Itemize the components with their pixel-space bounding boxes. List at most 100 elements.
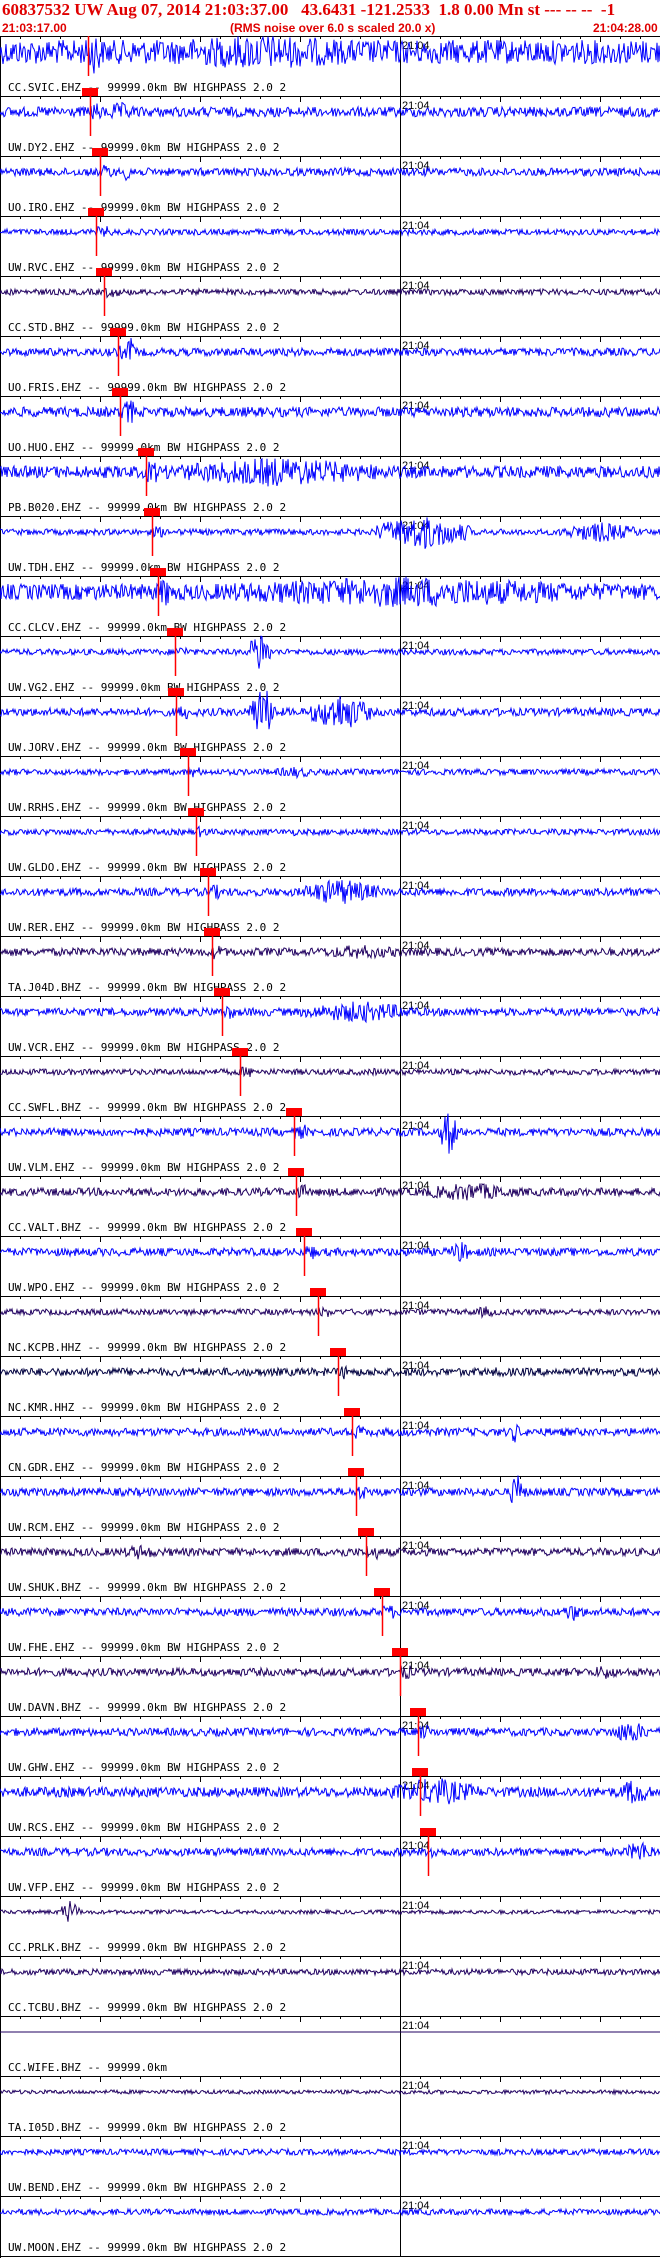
pick-marker xyxy=(296,1228,312,1236)
pick-marker xyxy=(204,928,220,936)
pick-marker xyxy=(310,1288,326,1296)
station-label: UW.RCS.EHZ -- 99999.0km BW HIGHPASS 2.0 … xyxy=(8,1821,280,1834)
waveform-trace xyxy=(0,576,660,608)
waveform-trace xyxy=(0,1665,660,1680)
pick-marker xyxy=(330,1348,346,1356)
pick-marker xyxy=(392,1648,408,1656)
station-label: CC.VALT.BHZ -- 99999.0km BW HIGHPASS 2.0… xyxy=(8,1221,286,1234)
station-label: UW.BEND.EHZ -- 99999.0km BW HIGHPASS 2.0… xyxy=(8,2181,286,2194)
waveform-trace xyxy=(0,1778,660,1805)
waveform-trace xyxy=(0,1113,660,1154)
waveform-trace xyxy=(0,287,660,299)
station-label: UO.IRO.EHZ -- 99999.0km BW HIGHPASS 2.0 … xyxy=(8,201,280,214)
pick-marker xyxy=(110,328,126,336)
pick-marker xyxy=(348,1468,364,1476)
station-label: CC.SVIC.EHZ -- 99999.0km BW HIGHPASS 2.0… xyxy=(8,81,286,94)
waveform-trace xyxy=(0,1305,660,1319)
waveform-trace xyxy=(0,879,660,904)
pick-marker xyxy=(144,508,160,516)
waveform-trace xyxy=(0,945,660,960)
pick-marker xyxy=(374,1588,390,1596)
pick-marker xyxy=(150,568,166,576)
station-label: UW.VLM.EHZ -- 99999.0km BW HIGHPASS 2.0 … xyxy=(8,1161,280,1174)
seismogram-plot: 21:04 CC.SVIC.EHZ -- 99999.0km BW HIGHPAS… xyxy=(0,36,660,2258)
station-label: UW.RCM.EHZ -- 99999.0km BW HIGHPASS 2.0 … xyxy=(8,1521,280,1534)
station-label: UW.DAVN.BHZ -- 99999.0km BW HIGHPASS 2.0… xyxy=(8,1701,286,1714)
minute-marker-label: 21:04 xyxy=(402,2140,430,2152)
minute-marker-label: 21:04 xyxy=(402,2020,430,2032)
station-label: UW.GLDO.EHZ -- 99999.0km BW HIGHPASS 2.0… xyxy=(8,861,286,874)
station-label: UW.RRHS.EHZ -- 99999.0km BW HIGHPASS 2.0… xyxy=(8,801,286,814)
waveform-trace xyxy=(0,517,660,549)
waveform-trace xyxy=(0,2088,660,2096)
pick-marker xyxy=(286,1108,302,1116)
waveform-trace xyxy=(0,400,660,423)
waveform-trace xyxy=(0,1544,660,1561)
pick-marker xyxy=(96,268,112,276)
waveform-trace xyxy=(0,1242,660,1263)
station-label: UW.TDH.EHZ -- 99999.0km BW HIGHPASS 2.0 … xyxy=(8,561,280,574)
waveform-trace xyxy=(0,1364,660,1380)
waveform-trace xyxy=(0,635,660,669)
waveform-trace xyxy=(0,2207,660,2217)
waveform-trace xyxy=(0,2147,660,2157)
waveform-trace xyxy=(0,36,660,74)
station-label: UW.VG2.EHZ -- 99999.0km BW HIGHPASS 2.0 … xyxy=(8,681,280,694)
pick-marker xyxy=(232,1048,248,1056)
pick-marker xyxy=(288,1168,304,1176)
waveform-trace xyxy=(0,1605,660,1621)
pick-marker xyxy=(112,388,128,396)
waveform-trace xyxy=(0,1900,660,1922)
station-label: UW.FHE.EHZ -- 99999.0km BW HIGHPASS 2.0 … xyxy=(8,1641,280,1654)
waveform-trace xyxy=(0,1475,660,1504)
station-label: UW.GHW.EHZ -- 99999.0km BW HIGHPASS 2.0 … xyxy=(8,1761,280,1774)
pick-marker xyxy=(82,88,98,96)
station-label: UW.JORV.EHZ -- 99999.0km BW HIGHPASS 2.0… xyxy=(8,741,286,754)
station-label: UW.MOON.EHZ -- 99999.0km BW HIGHPASS 2.0… xyxy=(8,2241,286,2254)
plot-header: 60837532 UW Aug 07, 2014 21:03:37.00 43.… xyxy=(0,0,660,36)
pick-marker xyxy=(138,448,154,456)
pick-marker xyxy=(88,208,104,216)
waveform-trace xyxy=(0,337,660,360)
station-label: UW.SHUK.BHZ -- 99999.0km BW HIGHPASS 2.0… xyxy=(8,1581,286,1594)
pick-marker xyxy=(420,1828,436,1836)
pick-marker xyxy=(167,628,183,636)
station-label: TA.I05D.BHZ -- 99999.0km BW HIGHPASS 2.0… xyxy=(8,2121,286,2134)
waveform-trace xyxy=(0,1723,660,1741)
station-label: CC.CLCV.EHZ -- 99999.0km BW HIGHPASS 2.0… xyxy=(8,621,286,634)
waveform-trace xyxy=(0,1001,660,1024)
waveform-trace xyxy=(0,1841,660,1860)
station-label: UO.FRIS.EHZ -- 99999.0km BW HIGHPASS 2.0… xyxy=(8,381,286,394)
station-label: CC.SWFL.BHZ -- 99999.0km BW HIGHPASS 2.0… xyxy=(8,1101,286,1114)
start-time-label: 21:03:17.00 xyxy=(2,21,67,35)
station-label: NC.KMR.HHZ -- 99999.0km BW HIGHPASS 2.0 … xyxy=(8,1401,280,1414)
pick-marker xyxy=(188,808,204,816)
pick-marker xyxy=(412,1768,428,1776)
pick-marker xyxy=(168,688,184,696)
end-time-label: 21:04:28.00 xyxy=(593,21,658,35)
waveform-trace xyxy=(0,1066,660,1078)
pick-marker xyxy=(92,148,108,156)
station-label: CC.STD.BHZ -- 99999.0km BW HIGHPASS 2.0 … xyxy=(8,321,280,334)
waveform-trace xyxy=(0,457,660,487)
event-title: 60837532 UW Aug 07, 2014 21:03:37.00 43.… xyxy=(2,0,616,19)
station-label: UW.WPO.EHZ -- 99999.0km BW HIGHPASS 2.0 … xyxy=(8,1281,280,1294)
minute-marker-label: 21:04 xyxy=(402,220,430,232)
waveform-trace xyxy=(0,164,660,182)
station-label: CC.WIFE.BHZ -- 99999.0km xyxy=(8,2061,167,2074)
minute-marker-label: 21:04 xyxy=(402,2080,430,2092)
station-label: UW.VFP.EHZ -- 99999.0km BW HIGHPASS 2.0 … xyxy=(8,1881,280,1894)
waveform-trace xyxy=(0,1967,660,1977)
noise-note: (RMS noise over 6.0 s scaled 20.0 x) xyxy=(230,21,436,35)
pick-marker xyxy=(214,988,230,996)
station-label: CC.TCBU.BHZ -- 99999.0km BW HIGHPASS 2.0… xyxy=(8,2001,286,2014)
pick-marker xyxy=(410,1708,426,1716)
station-label: TA.J04D.BHZ -- 99999.0km BW HIGHPASS 2.0… xyxy=(8,981,286,994)
pick-marker xyxy=(180,748,196,756)
station-label: UW.DY2.EHZ -- 99999.0km BW HIGHPASS 2.0 … xyxy=(8,141,280,154)
waveform-trace xyxy=(0,101,660,120)
pick-marker xyxy=(344,1408,360,1416)
waveform-trace xyxy=(0,766,660,780)
station-label: CN.GDR.EHZ -- 99999.0km BW HIGHPASS 2.0 … xyxy=(8,1461,280,1474)
waveform-trace xyxy=(0,1183,660,1201)
